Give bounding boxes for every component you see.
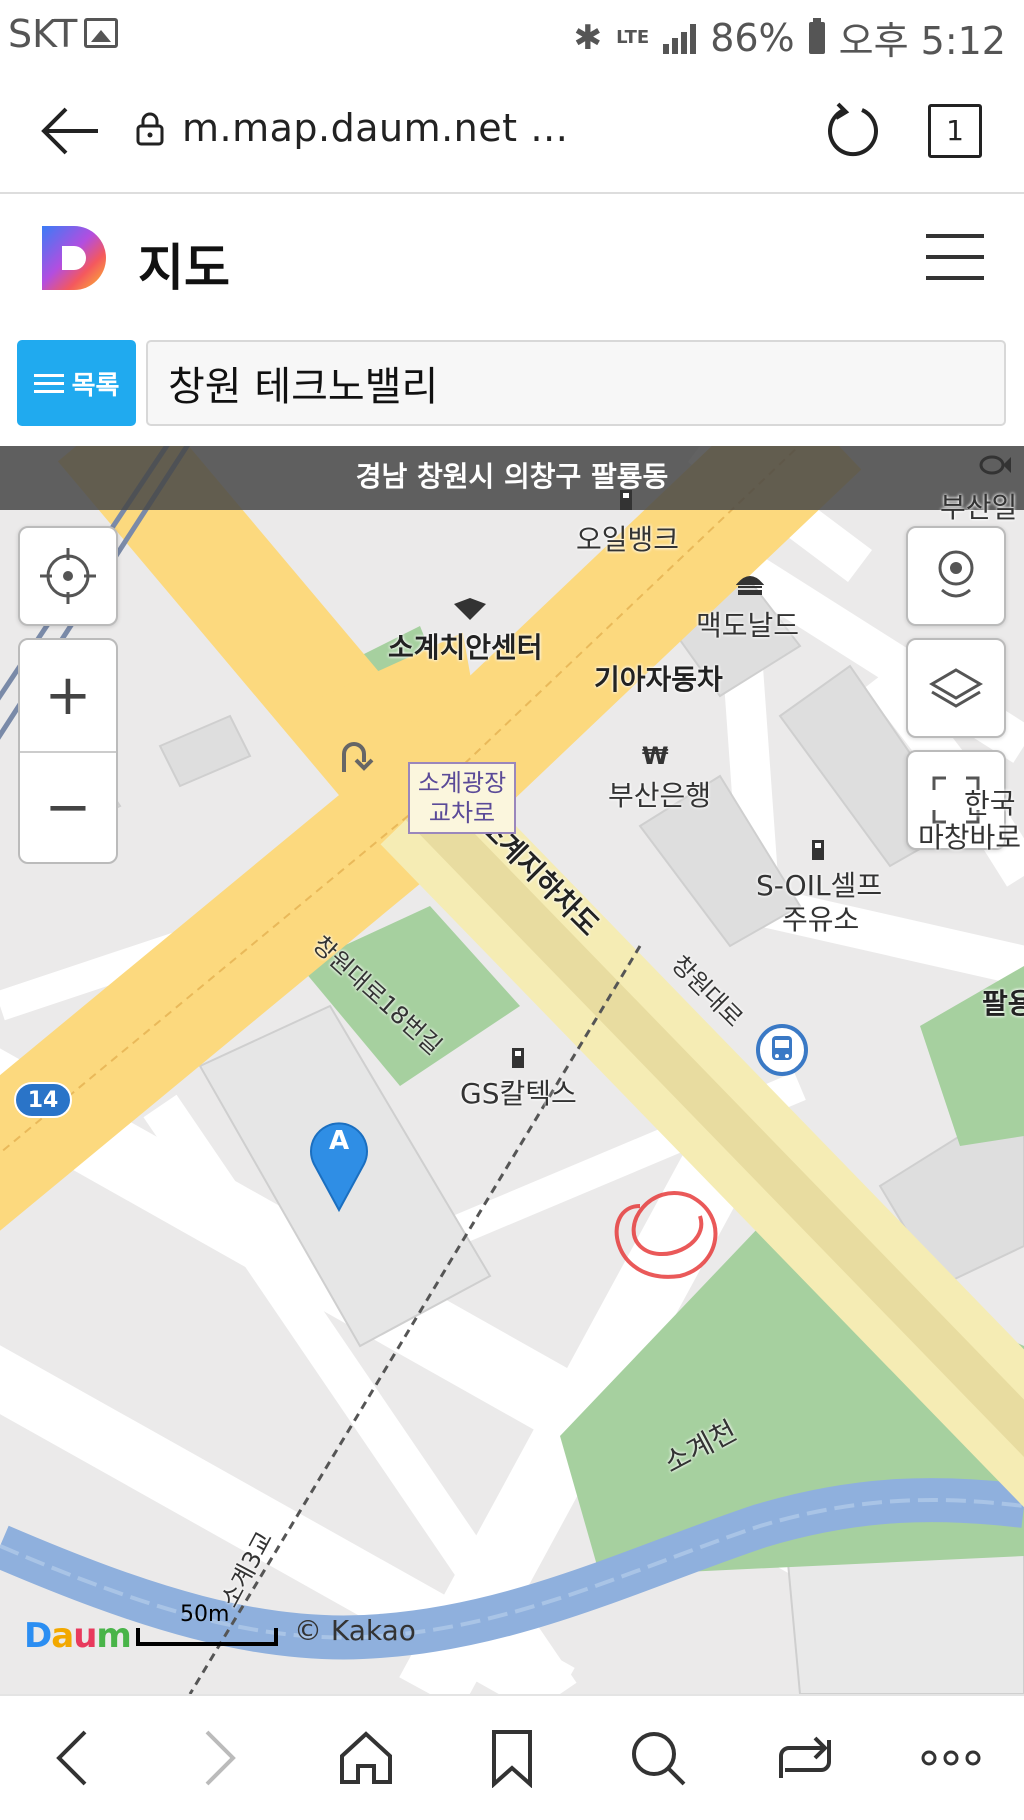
list-icon bbox=[34, 373, 64, 393]
gas-station-icon-3 bbox=[512, 1048, 524, 1068]
gas-station-icon-2 bbox=[812, 840, 824, 860]
bank-icon: ₩ bbox=[642, 742, 669, 768]
bookmark-icon bbox=[491, 1730, 532, 1788]
poi-gs-caltex[interactable]: GS칼텍스 bbox=[460, 1072, 577, 1112]
fish-icon bbox=[979, 455, 1011, 475]
lte-icon: LTE bbox=[616, 26, 650, 48]
layers-button[interactable] bbox=[906, 638, 1006, 738]
signal-icon bbox=[663, 22, 697, 54]
svg-text:₩: ₩ bbox=[642, 742, 669, 768]
region-name: 경남 창원시 의창구 팔룡동 bbox=[0, 446, 1024, 510]
nav-back-icon bbox=[56, 1730, 87, 1786]
more-button[interactable] bbox=[911, 1718, 991, 1798]
u-turn-icon bbox=[342, 742, 374, 772]
back-arrow-icon[interactable] bbox=[40, 106, 100, 156]
daum-logo[interactable] bbox=[40, 224, 108, 292]
daum-watermark: Daum bbox=[24, 1616, 132, 1656]
route-badge: 14 bbox=[14, 1082, 72, 1118]
nav-forward-button[interactable] bbox=[179, 1718, 259, 1798]
location-marker[interactable]: A bbox=[304, 1114, 374, 1214]
roadview-button[interactable] bbox=[906, 526, 1006, 626]
scale-label: 50m bbox=[180, 1602, 230, 1627]
junction-label-line2: 교차로 bbox=[428, 799, 496, 827]
search-icon bbox=[632, 1732, 686, 1786]
layers-icon bbox=[929, 668, 983, 708]
zoom-out-button[interactable]: − bbox=[20, 751, 116, 862]
poi-oil-bank[interactable]: 오일뱅크 bbox=[576, 518, 679, 558]
browser-url-bar: m.map.daum.net … 1 bbox=[0, 66, 1024, 194]
page-title: 지도 bbox=[138, 239, 230, 297]
bookmark-button[interactable] bbox=[472, 1718, 552, 1798]
police-icon bbox=[454, 598, 486, 620]
bus-stop-icon[interactable] bbox=[756, 1024, 808, 1076]
hamburger-menu-icon[interactable] bbox=[926, 234, 984, 280]
poi-busan-top[interactable]: 부산일 bbox=[940, 486, 1017, 526]
clock: 오후 5:12 bbox=[838, 19, 1006, 63]
burger-icon bbox=[736, 576, 764, 595]
daum-header: 지도 bbox=[0, 196, 1024, 324]
home-button[interactable] bbox=[326, 1718, 406, 1798]
marker-label: A bbox=[328, 1126, 350, 1156]
home-icon bbox=[339, 1731, 392, 1784]
battery-icon bbox=[808, 17, 825, 54]
carrier-name: SKT bbox=[8, 12, 78, 56]
nav-back-button[interactable] bbox=[33, 1718, 113, 1798]
poi-kia[interactable]: 기아자동차 bbox=[594, 658, 723, 698]
junction-label: 소계광장 교차로 bbox=[408, 762, 516, 834]
share-icon bbox=[778, 1736, 831, 1778]
poi-mcdonalds[interactable]: 맥도날드 bbox=[696, 604, 799, 644]
search-button[interactable] bbox=[618, 1718, 698, 1798]
more-icon bbox=[921, 1750, 981, 1766]
tabs-icon[interactable]: 1 bbox=[928, 104, 982, 158]
gallery-icon bbox=[84, 18, 118, 48]
map-view[interactable]: 경남 창원시 의창구 팔룡동 + − 오일뱅크 부산일 맥도날드 소계치안센터 bbox=[0, 446, 1024, 1694]
poi-busan-bank[interactable]: 부산은행 bbox=[608, 774, 711, 814]
scale-bar bbox=[136, 1628, 278, 1646]
lock-icon bbox=[136, 112, 164, 146]
poi-police[interactable]: 소계치안센터 bbox=[388, 626, 543, 666]
reload-icon[interactable] bbox=[824, 100, 882, 158]
poi-hanguk-2[interactable]: 마창바로 bbox=[918, 816, 1021, 856]
poi-palyong[interactable]: 팔용 bbox=[982, 982, 1024, 1022]
url-text[interactable]: m.map.daum.net … bbox=[182, 106, 569, 150]
bottom-navigation bbox=[0, 1694, 1024, 1820]
map-credit: © Kakao bbox=[294, 1614, 416, 1647]
roadview-icon bbox=[938, 550, 974, 598]
list-button-label: 목록 bbox=[71, 369, 120, 400]
zoom-controls: + − bbox=[18, 638, 118, 864]
bluetooth-icon: ✱ bbox=[573, 17, 603, 58]
bus-icon bbox=[772, 1036, 792, 1060]
nav-forward-icon bbox=[206, 1730, 237, 1786]
zoom-in-button[interactable]: + bbox=[20, 640, 116, 751]
current-location-button[interactable] bbox=[18, 526, 118, 626]
battery-percent: 86% bbox=[710, 15, 795, 60]
share-button[interactable] bbox=[765, 1718, 845, 1798]
poi-soil-2[interactable]: 주유소 bbox=[782, 898, 859, 938]
gas-station-icon bbox=[620, 490, 632, 510]
junction-label-line1: 소계광장 bbox=[417, 769, 507, 797]
list-button[interactable]: 목록 bbox=[17, 340, 136, 426]
status-bar: SKT ✱ LTE 86% 오후 5:12 bbox=[0, 0, 1024, 66]
search-input[interactable] bbox=[146, 340, 1006, 426]
current-location-icon bbox=[40, 548, 96, 604]
